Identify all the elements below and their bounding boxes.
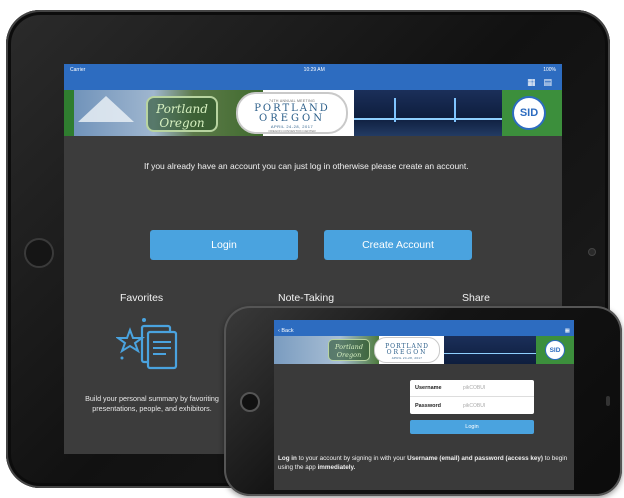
banner-venue: OREGON CONVENTION CENTER [268, 129, 316, 133]
mountain-image [78, 96, 134, 122]
back-button[interactable]: ‹ Back [278, 328, 294, 334]
phone-login-button[interactable]: Login [410, 420, 534, 434]
password-label: Password [415, 402, 441, 409]
favorites-heading: Favorites [120, 292, 164, 304]
phone-banner-centerpiece: PORTLAND OREGON APRIL 24-28, 2017 [374, 337, 440, 363]
username-field[interactable]: Username pikCOBUI [410, 380, 534, 397]
login-instructions: Log in to your account by signing in wit… [278, 454, 570, 472]
login-form: Username pikCOBUI Password pikCOBUI [410, 380, 534, 414]
phone-banner: Portland Oregon PORTLAND OREGON APRIL 24… [274, 336, 574, 364]
info-credentials: Username (email) and password (access ke… [407, 455, 543, 462]
share-heading: Share [462, 292, 491, 304]
phone-bridge-image [444, 336, 536, 364]
username-input[interactable]: pikCOBUI [463, 385, 485, 391]
banner-edge [64, 90, 74, 136]
password-input[interactable]: pikCOBUI [463, 403, 485, 409]
calendar-icon[interactable]: ▦ [527, 78, 536, 88]
list-icon[interactable]: ▤ [543, 78, 552, 88]
banner-script-text: Portland Oregon [146, 96, 218, 132]
device-mockup: Carrier 10:29 AM 100% ▦ ▤ Portland Orego… [0, 0, 624, 498]
info-text-1: to your account by signing in with your [296, 455, 408, 462]
favorites-icon [116, 318, 178, 370]
banner-centerpiece: 74TH ANNUAL MEETING PORTLAND OREGON APRI… [236, 92, 348, 134]
conference-banner: Portland Oregon 74TH ANNUAL MEETING PORT… [64, 90, 562, 136]
phone-sensor [606, 396, 610, 406]
username-label: Username [415, 385, 442, 391]
phone-device: ‹ Back ▦ Portland Oregon PORTLAND OREGON… [224, 306, 622, 496]
time-text: 10:29 AM [303, 67, 325, 73]
calendar-icon[interactable]: ▦ [565, 328, 570, 334]
phone-sid-logo: SID [545, 340, 565, 360]
password-field[interactable]: Password pikCOBUI [410, 397, 534, 414]
battery-text: 100% [543, 67, 556, 73]
phone-screen: ‹ Back ▦ Portland Oregon PORTLAND OREGON… [274, 320, 574, 490]
banner-state: OREGON [259, 113, 325, 124]
phone-nav-bar: ‹ Back ▦ [274, 326, 574, 336]
carrier-text: Carrier [70, 67, 86, 73]
login-button[interactable]: Login [150, 230, 298, 260]
create-account-button[interactable]: Create Account [324, 230, 472, 260]
sid-logo: SID [512, 96, 546, 130]
nav-bar: ▦ ▤ [64, 76, 562, 90]
tablet-camera [588, 248, 596, 256]
back-label: Back [281, 328, 294, 334]
info-login: Log in [278, 455, 297, 462]
status-bar: Carrier 10:29 AM 100% [64, 64, 562, 76]
phone-banner-script: Portland Oregon [328, 339, 370, 361]
tablet-home-button [24, 238, 54, 268]
favorites-description: Build your personal summary by favoritin… [85, 394, 219, 413]
bridge-image [354, 90, 504, 136]
note-taking-heading: Note-Taking [278, 292, 335, 304]
intro-text: If you already have an account you can j… [144, 161, 469, 171]
phone-home-button [240, 392, 260, 412]
phone-banner-date: APRIL 24-28, 2017 [391, 356, 423, 360]
info-immediately: immediately. [317, 464, 356, 471]
banner-meeting-text: 74TH ANNUAL MEETING [268, 99, 316, 103]
